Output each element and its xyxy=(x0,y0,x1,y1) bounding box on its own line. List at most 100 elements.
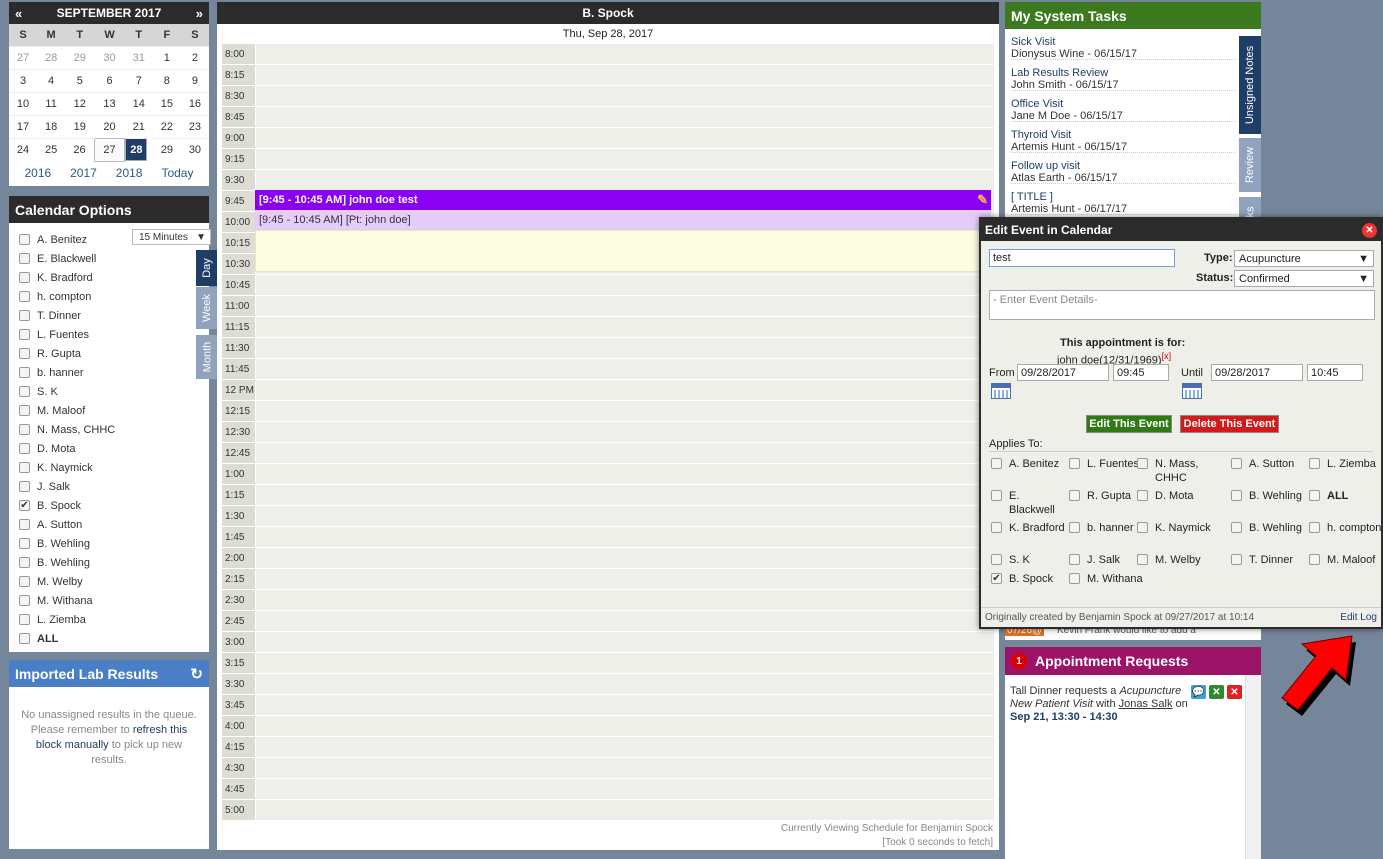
provider-checkbox[interactable] xyxy=(19,405,30,416)
applies-checkbox[interactable] xyxy=(991,522,1002,533)
calendar-icon[interactable] xyxy=(1182,383,1202,399)
provider-item[interactable]: L. Ziemba xyxy=(19,610,115,629)
provider-item[interactable]: E. Blackwell xyxy=(19,249,115,268)
provider-item[interactable]: M. Welby xyxy=(19,572,115,591)
applies-checkbox[interactable] xyxy=(1137,554,1148,565)
tab-tasks[interactable]: ks xyxy=(1239,197,1261,219)
provider-item[interactable]: b. hanner xyxy=(19,363,115,382)
calendar-day[interactable]: 8 xyxy=(152,68,181,92)
calendar-day[interactable]: 25 xyxy=(37,137,66,161)
time-slot[interactable] xyxy=(256,443,994,463)
task-item[interactable]: Sick Visit Dionysus Wine - 06/15/17 xyxy=(1011,29,1236,60)
calendar-day[interactable]: 2 xyxy=(180,45,209,69)
event-selection-area[interactable] xyxy=(255,230,991,272)
time-slot[interactable] xyxy=(256,611,994,631)
provider-item[interactable]: L. Fuentes xyxy=(19,325,115,344)
time-slot[interactable] xyxy=(256,401,994,421)
provider-checkbox[interactable] xyxy=(19,519,30,530)
time-slot[interactable] xyxy=(256,128,994,148)
applies-checkbox[interactable] xyxy=(1309,522,1320,533)
calendar-day[interactable]: 1 xyxy=(152,45,181,69)
time-slot[interactable] xyxy=(256,317,994,337)
applies-checkbox[interactable] xyxy=(1069,490,1080,501)
time-slot[interactable] xyxy=(256,779,994,799)
provider-checkbox[interactable] xyxy=(19,481,30,492)
applies-checkbox[interactable] xyxy=(1231,458,1242,469)
task-title[interactable]: Sick Visit xyxy=(1011,29,1236,48)
applies-checkbox[interactable] xyxy=(1309,490,1320,501)
calendar-day[interactable]: 23 xyxy=(180,114,209,138)
tab-month[interactable]: Month xyxy=(196,335,218,379)
calendar-day[interactable]: 28 xyxy=(125,138,148,161)
applies-checkbox[interactable] xyxy=(1231,522,1242,533)
task-title[interactable]: Follow up visit xyxy=(1011,153,1236,172)
provider-checkbox[interactable] xyxy=(19,329,30,340)
time-slot[interactable] xyxy=(256,674,994,694)
edit-event-button[interactable]: Edit This Event xyxy=(1086,415,1172,433)
year-link[interactable]: 2018 xyxy=(116,166,143,180)
calendar-day[interactable]: 12 xyxy=(65,91,95,115)
provider-checkbox[interactable] xyxy=(19,538,30,549)
time-slot[interactable] xyxy=(256,632,994,652)
time-slot[interactable] xyxy=(256,65,994,85)
time-slot[interactable] xyxy=(256,149,994,169)
provider-item[interactable]: h. compton xyxy=(19,287,115,306)
provider-checkbox[interactable] xyxy=(19,576,30,587)
delete-event-button[interactable]: Delete This Event xyxy=(1180,415,1279,433)
accept-icon[interactable]: ✕ xyxy=(1209,685,1224,699)
task-title[interactable]: Lab Results Review xyxy=(1011,60,1236,79)
time-slot[interactable] xyxy=(256,86,994,106)
today-link[interactable]: Today xyxy=(161,166,193,180)
calendar-day[interactable]: 5 xyxy=(65,68,95,92)
pencil-icon[interactable]: ✎ xyxy=(977,192,988,208)
provider-checkbox[interactable] xyxy=(19,234,30,245)
provider-checkbox[interactable] xyxy=(19,633,30,644)
provider-item[interactable]: M. Maloof xyxy=(19,401,115,420)
interval-select[interactable]: 15 Minutes ▼ xyxy=(132,229,211,245)
until-time-input[interactable]: 10:45 xyxy=(1307,364,1363,381)
provider-checkbox[interactable] xyxy=(19,367,30,378)
time-slot[interactable] xyxy=(256,695,994,715)
provider-checkbox[interactable] xyxy=(19,253,30,264)
applies-checkbox[interactable] xyxy=(991,458,1002,469)
event-patient-block[interactable]: [9:45 - 10:45 AM] [Pt: john doe] xyxy=(255,210,991,230)
calendar-day[interactable]: 3 xyxy=(9,68,38,92)
time-slot[interactable] xyxy=(256,359,994,379)
time-slot[interactable] xyxy=(256,758,994,778)
prev-month-button[interactable]: « xyxy=(15,6,22,21)
tab-day[interactable]: Day xyxy=(196,250,218,286)
tab-review[interactable]: Review xyxy=(1239,138,1261,192)
provider-checkbox[interactable] xyxy=(19,595,30,606)
task-title[interactable]: Thyroid Visit xyxy=(1011,122,1236,141)
status-select[interactable]: Confirmed ▼ xyxy=(1234,270,1374,287)
calendar-day[interactable]: 6 xyxy=(94,68,125,92)
task-item[interactable]: Follow up visit Atlas Earth - 06/15/17 xyxy=(1011,153,1236,184)
provider-link[interactable]: Jonas Salk xyxy=(1119,698,1173,710)
calendar-day[interactable]: 19 xyxy=(65,114,95,138)
provider-item[interactable]: T. Dinner xyxy=(19,306,115,325)
applies-checkbox[interactable] xyxy=(1137,522,1148,533)
provider-checkbox[interactable] xyxy=(19,291,30,302)
calendar-day[interactable]: 24 xyxy=(9,137,38,161)
provider-item[interactable]: M. Withana xyxy=(19,591,115,610)
calendar-day[interactable]: 29 xyxy=(152,137,181,161)
applies-checkbox[interactable] xyxy=(1069,554,1080,565)
calendar-day[interactable]: 15 xyxy=(152,91,181,115)
calendar-day[interactable]: 14 xyxy=(124,91,153,115)
calendar-day[interactable]: 16 xyxy=(180,91,209,115)
calendar-icon[interactable] xyxy=(991,383,1011,399)
time-slot[interactable] xyxy=(256,338,994,358)
time-slot[interactable] xyxy=(256,275,994,295)
task-title[interactable]: [ TITLE ] xyxy=(1011,184,1236,203)
provider-checkbox[interactable] xyxy=(19,462,30,473)
remove-patient-link[interactable]: [x] xyxy=(1162,351,1172,361)
calendar-day[interactable]: 9 xyxy=(180,68,209,92)
applies-checkbox[interactable] xyxy=(1069,522,1080,533)
provider-checkbox[interactable] xyxy=(19,386,30,397)
event-name-input[interactable]: test xyxy=(989,249,1175,267)
applies-checkbox[interactable] xyxy=(991,554,1002,565)
provider-item[interactable]: J. Salk xyxy=(19,477,115,496)
event-block[interactable]: [9:45 - 10:45 AM] john doe test ✎ xyxy=(255,190,991,210)
calendar-day[interactable]: 27 xyxy=(93,137,126,162)
type-select[interactable]: Acupuncture ▼ xyxy=(1234,250,1374,267)
